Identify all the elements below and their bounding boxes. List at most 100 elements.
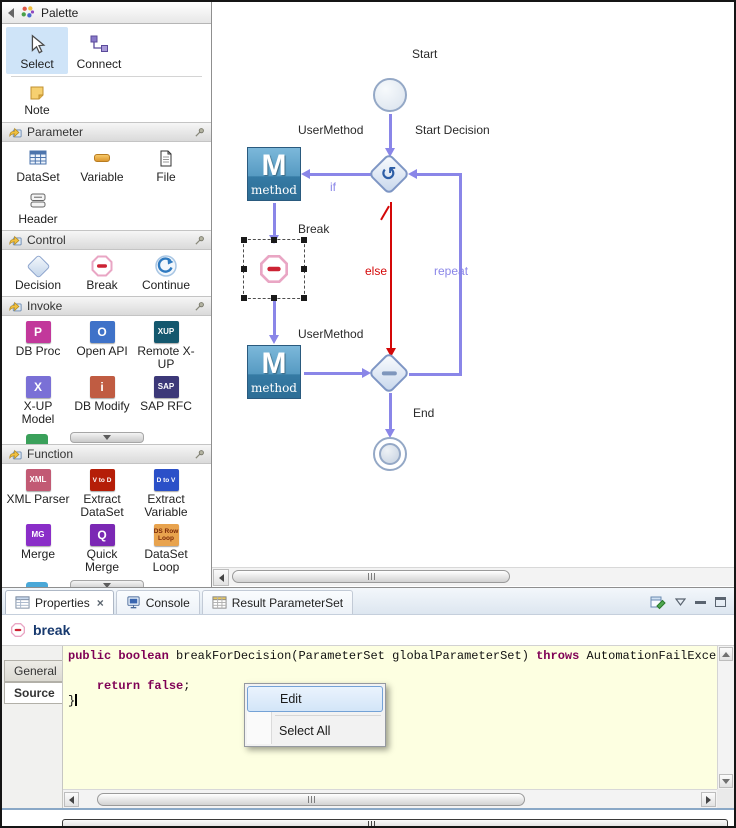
item-label: DataSet	[16, 171, 59, 184]
xup-model-icon: X	[26, 376, 51, 398]
tab-label: Properties	[35, 596, 90, 610]
control-items: Decision Break Continue	[2, 250, 211, 296]
view-tabbar: Properties × Console Result ParameterSet	[2, 588, 734, 615]
edge-decision-to-end	[389, 393, 392, 429]
palette-item-remote-xup[interactable]: XUP Remote X-UP	[134, 319, 198, 371]
palette-item-file[interactable]: File	[134, 145, 198, 184]
palette-item-dataset-loop[interactable]: DS Row Loop DataSet Loop	[134, 522, 198, 574]
palette-item-extract-dataset[interactable]: V to D Extract DataSet	[70, 467, 134, 519]
arrowhead	[301, 169, 310, 179]
scroll-thumb[interactable]	[97, 793, 525, 806]
selection-handle[interactable]	[271, 237, 277, 243]
scroll-right-button[interactable]	[701, 792, 716, 807]
selection-handle[interactable]	[301, 295, 307, 301]
palette-item-header[interactable]: Header	[6, 187, 70, 226]
tool-connect-label: Connect	[77, 57, 122, 71]
close-tab-icon[interactable]: ×	[97, 596, 104, 610]
minimize-icon[interactable]	[695, 600, 706, 604]
link-editor-icon[interactable]	[650, 594, 666, 610]
side-tab-source[interactable]: Source	[4, 682, 62, 704]
application-window: Palette Select Connect	[0, 0, 736, 828]
code-area[interactable]: public boolean breakForDecision(Paramete…	[63, 646, 717, 789]
user-method-node-bottom[interactable]: M method	[247, 345, 301, 399]
variable-icon	[94, 145, 110, 171]
palette-item-xml-parser[interactable]: XML XML Parser	[6, 467, 70, 519]
start-decision-node[interactable]: ↺	[368, 153, 410, 195]
edge-if	[310, 173, 372, 176]
selection-handle[interactable]	[271, 295, 277, 301]
scroll-left-button[interactable]	[64, 792, 79, 807]
pin-icon[interactable]	[194, 235, 205, 246]
section-header-control[interactable]: Control	[2, 230, 211, 250]
menu-item-edit[interactable]: Edit	[247, 686, 383, 712]
canvas-hscrollbar[interactable]	[212, 567, 734, 586]
palette-item-dataset[interactable]: DataSet	[6, 145, 70, 184]
pin-icon[interactable]	[194, 127, 205, 138]
usermethod-bottom-label: UserMethod	[298, 327, 363, 341]
user-method-node-top[interactable]: M method	[247, 147, 301, 201]
selection-handle[interactable]	[241, 266, 247, 272]
scrollbar-corner	[717, 789, 734, 808]
collapse-palette-icon[interactable]	[8, 8, 14, 18]
break-node-selected[interactable]	[243, 239, 305, 299]
method-caption: method	[248, 382, 300, 394]
cursor-arrow-icon	[26, 31, 48, 57]
section-header-parameter[interactable]: Parameter	[2, 122, 211, 142]
maximize-icon[interactable]	[715, 597, 726, 607]
tab-properties[interactable]: Properties ×	[5, 590, 114, 614]
tab-console[interactable]: Console	[116, 590, 200, 614]
function-items: XML XML Parser V to D Extract DataSet D …	[2, 464, 211, 578]
section-header-invoke[interactable]: Invoke	[2, 296, 211, 316]
tool-connect[interactable]: Connect	[68, 27, 130, 74]
tab-label: Result ParameterSet	[232, 596, 343, 610]
function-scroll-down-button[interactable]	[70, 580, 144, 587]
menu-separator	[275, 715, 381, 716]
palette-item-continue[interactable]: Continue	[134, 253, 198, 292]
diagram-canvas[interactable]: ↺ M method M method	[212, 2, 734, 587]
edge-repeat-top	[416, 173, 462, 176]
scroll-down-button[interactable]	[719, 774, 733, 788]
palette-item-extract-variable[interactable]: D to V Extract Variable	[134, 467, 198, 519]
palette-item-sap-rfc[interactable]: SAP SAP RFC	[134, 374, 198, 426]
edge-start-to-decision	[389, 114, 392, 148]
palette-item-merge[interactable]: MG Merge	[6, 522, 70, 574]
editor-hscrollbar[interactable]	[63, 789, 717, 808]
editor-vscrollbar[interactable]	[717, 646, 734, 789]
palette-item-break[interactable]: Break	[70, 253, 134, 292]
palette-header: Palette	[2, 2, 211, 24]
end-decision-node[interactable]	[368, 352, 410, 394]
selection-handle[interactable]	[241, 237, 247, 243]
side-tab-general[interactable]: General	[4, 660, 62, 682]
start-node[interactable]	[373, 78, 407, 112]
item-label: DB Proc	[16, 345, 61, 358]
scroll-up-button[interactable]	[719, 647, 733, 661]
pin-icon[interactable]	[194, 301, 205, 312]
view-menu-icon[interactable]	[675, 598, 686, 606]
tab-result-parameterset[interactable]: Result ParameterSet	[202, 590, 353, 614]
palette-item-db-proc[interactable]: P DB Proc	[6, 319, 70, 371]
palette-item-decision[interactable]: Decision	[6, 253, 70, 292]
section-header-function[interactable]: Function	[2, 444, 211, 464]
window-hscrollbar-partial[interactable]	[62, 819, 728, 826]
scroll-thumb[interactable]	[232, 570, 510, 583]
section-label: Function	[27, 447, 73, 461]
pin-icon[interactable]	[194, 449, 205, 460]
tool-note[interactable]: Note	[6, 79, 68, 120]
scroll-left-button[interactable]	[213, 569, 229, 586]
selection-handle[interactable]	[301, 237, 307, 243]
palette-item-db-modify[interactable]: i DB Modify	[70, 374, 134, 426]
palette-item-variable[interactable]: Variable	[70, 145, 134, 184]
end-label: End	[413, 406, 434, 420]
selection-handle[interactable]	[301, 266, 307, 272]
end-node[interactable]	[373, 437, 407, 471]
invoke-scroll-down-button[interactable]	[70, 432, 144, 443]
menu-item-select-all[interactable]: Select All	[247, 719, 383, 744]
method-letter: M	[248, 346, 300, 382]
start-decision-label: Start Decision	[415, 123, 490, 137]
palette-item-open-api[interactable]: O Open API	[70, 319, 134, 371]
selection-handle[interactable]	[241, 295, 247, 301]
palette-item-xup-model[interactable]: X X-UP Model	[6, 374, 70, 426]
palette-item-quick-merge[interactable]: Q Quick Merge	[70, 522, 134, 574]
tool-select[interactable]: Select	[6, 27, 68, 74]
code-line: return false;	[68, 679, 717, 694]
